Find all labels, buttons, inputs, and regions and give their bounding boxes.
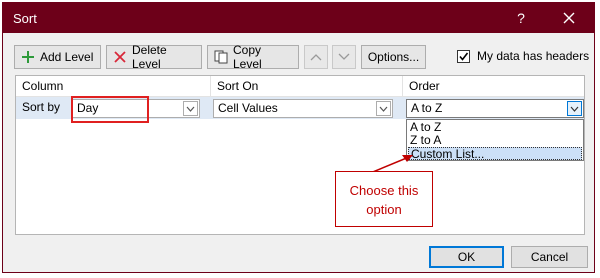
ok-button[interactable]: OK xyxy=(429,246,504,268)
annotation-arrow xyxy=(367,155,413,175)
annotation-callout: Choose this option xyxy=(335,171,433,227)
cancel-button[interactable]: Cancel xyxy=(511,246,588,268)
sort-dialog: Sort ? Add Level Delete Level Copy Level… xyxy=(2,2,595,273)
